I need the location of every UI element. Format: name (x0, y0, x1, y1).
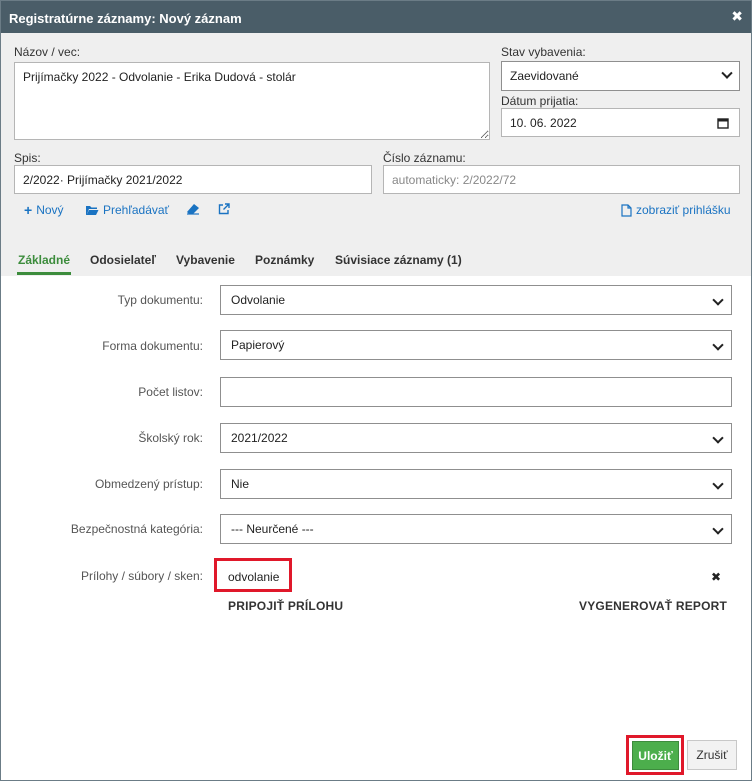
school-year-label: Školský rok: (138, 431, 203, 445)
name-textarea[interactable] (14, 62, 490, 140)
file-value: 2/2022· Prijímačky 2021/2022 (23, 172, 183, 187)
chevron-down-icon (712, 478, 724, 490)
external-link-icon (218, 203, 230, 215)
number-input[interactable]: automaticky: 2/2022/72 (383, 165, 740, 194)
show-application-link[interactable]: zobraziť prihlášku (621, 203, 731, 217)
restricted-label: Obmedzený prístup: (94, 477, 203, 491)
tab-handling[interactable]: Vybavenie (176, 253, 235, 267)
attachment-name[interactable]: odvolanie (228, 570, 279, 584)
browse-label: Prehľadávať (103, 203, 170, 217)
eraser-button[interactable] (186, 203, 200, 215)
doc-type-value: Odvolanie (231, 293, 286, 307)
calendar-icon[interactable] (717, 117, 729, 129)
chevron-down-icon (721, 67, 733, 79)
save-button[interactable]: Uložiť (632, 741, 679, 770)
doc-form-select[interactable]: Papierový (220, 330, 732, 360)
tab-related-records[interactable]: Súvisiace záznamy (1) (335, 253, 462, 267)
date-input[interactable]: 10. 06. 2022 (501, 108, 740, 137)
show-application-label: zobraziť prihlášku (636, 203, 731, 217)
tab-sender[interactable]: Odosielateľ (90, 253, 156, 267)
restricted-value: Nie (231, 477, 250, 491)
active-tab-indicator (17, 272, 71, 275)
security-value: --- Neurčené --- (231, 522, 314, 536)
new-label: Nový (36, 203, 64, 217)
browse-button[interactable]: Prehľadávať (85, 203, 169, 217)
attach-file-link[interactable]: PRIPOJIŤ PRÍLOHU (228, 599, 343, 613)
status-label: Stav vybavenia: (501, 45, 586, 59)
sheets-label: Počet listov: (138, 385, 203, 399)
remove-attachment-icon[interactable]: ✖ (711, 570, 721, 584)
file-label: Spis: (14, 151, 41, 165)
security-select[interactable]: --- Neurčené --- (220, 514, 732, 544)
eraser-icon (186, 203, 200, 215)
name-label: Názov / vec: (14, 45, 81, 59)
plus-icon: + (24, 202, 33, 218)
attachments-label: Prílohy / súbory / sken: (80, 569, 203, 583)
doc-form-label: Forma dokumentu: (102, 339, 203, 353)
cancel-button[interactable]: Zrušiť (687, 740, 737, 770)
date-value: 10. 06. 2022 (510, 115, 577, 130)
chevron-down-icon (712, 523, 724, 535)
open-external-button[interactable] (218, 203, 230, 215)
file-input[interactable]: 2/2022· Prijímačky 2021/2022 (14, 165, 372, 194)
status-value: Zaevidované (510, 69, 579, 83)
date-label: Dátum prijatia: (501, 94, 579, 108)
doc-type-label: Typ dokumentu: (117, 293, 203, 307)
dialog-titlebar: Registratúrne záznamy: Nový záznam ✖ (1, 1, 751, 33)
restricted-select[interactable]: Nie (220, 469, 732, 499)
generate-report-link[interactable]: VYGENEROVAŤ REPORT (579, 599, 727, 613)
doc-form-value: Papierový (231, 338, 285, 352)
chevron-down-icon (712, 294, 724, 306)
new-button[interactable]: + Nový (24, 203, 64, 217)
chevron-down-icon (712, 432, 724, 444)
number-label: Číslo záznamu: (383, 151, 466, 165)
doc-type-select[interactable]: Odvolanie (220, 285, 732, 315)
school-year-select[interactable]: 2021/2022 (220, 423, 732, 453)
number-placeholder: automaticky: 2/2022/72 (392, 172, 517, 187)
chevron-down-icon (712, 339, 724, 351)
dialog-title: Registratúrne záznamy: Nový záznam (9, 11, 242, 26)
folder-open-icon (85, 204, 99, 216)
document-icon (621, 203, 632, 217)
close-icon[interactable]: ✖ (731, 9, 743, 23)
record-dialog: Registratúrne záznamy: Nový záznam ✖ Náz… (0, 0, 752, 781)
school-year-value: 2021/2022 (231, 431, 288, 445)
security-label: Bezpečnostná kategória: (70, 522, 203, 536)
tab-notes[interactable]: Poznámky (255, 253, 314, 267)
status-select[interactable]: Zaevidované (501, 61, 740, 91)
sheets-input[interactable] (220, 377, 732, 407)
tab-basic[interactable]: Základné (18, 253, 70, 267)
